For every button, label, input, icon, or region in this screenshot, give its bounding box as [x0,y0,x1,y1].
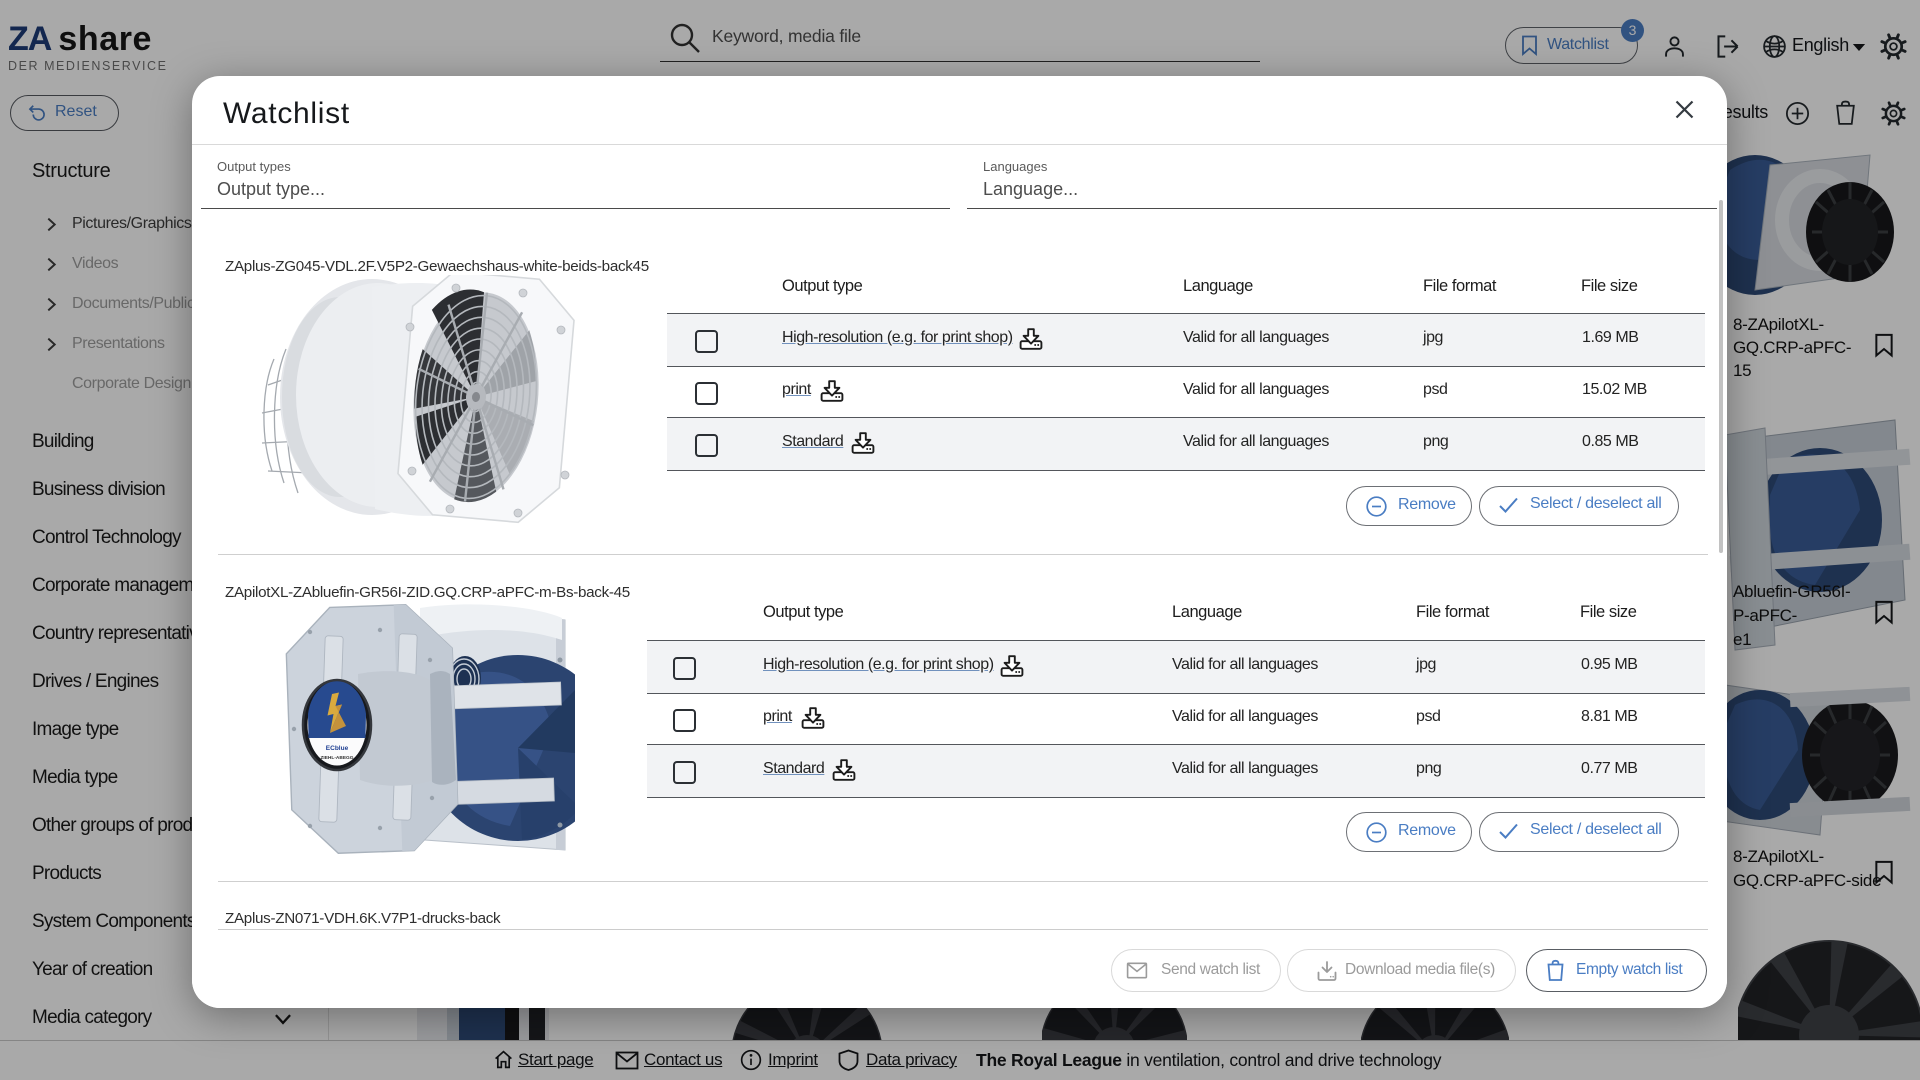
svg-text:ECblue: ECblue [326,745,349,752]
svg-text:ZIEHL-ABEGG: ZIEHL-ABEGG [320,755,353,761]
